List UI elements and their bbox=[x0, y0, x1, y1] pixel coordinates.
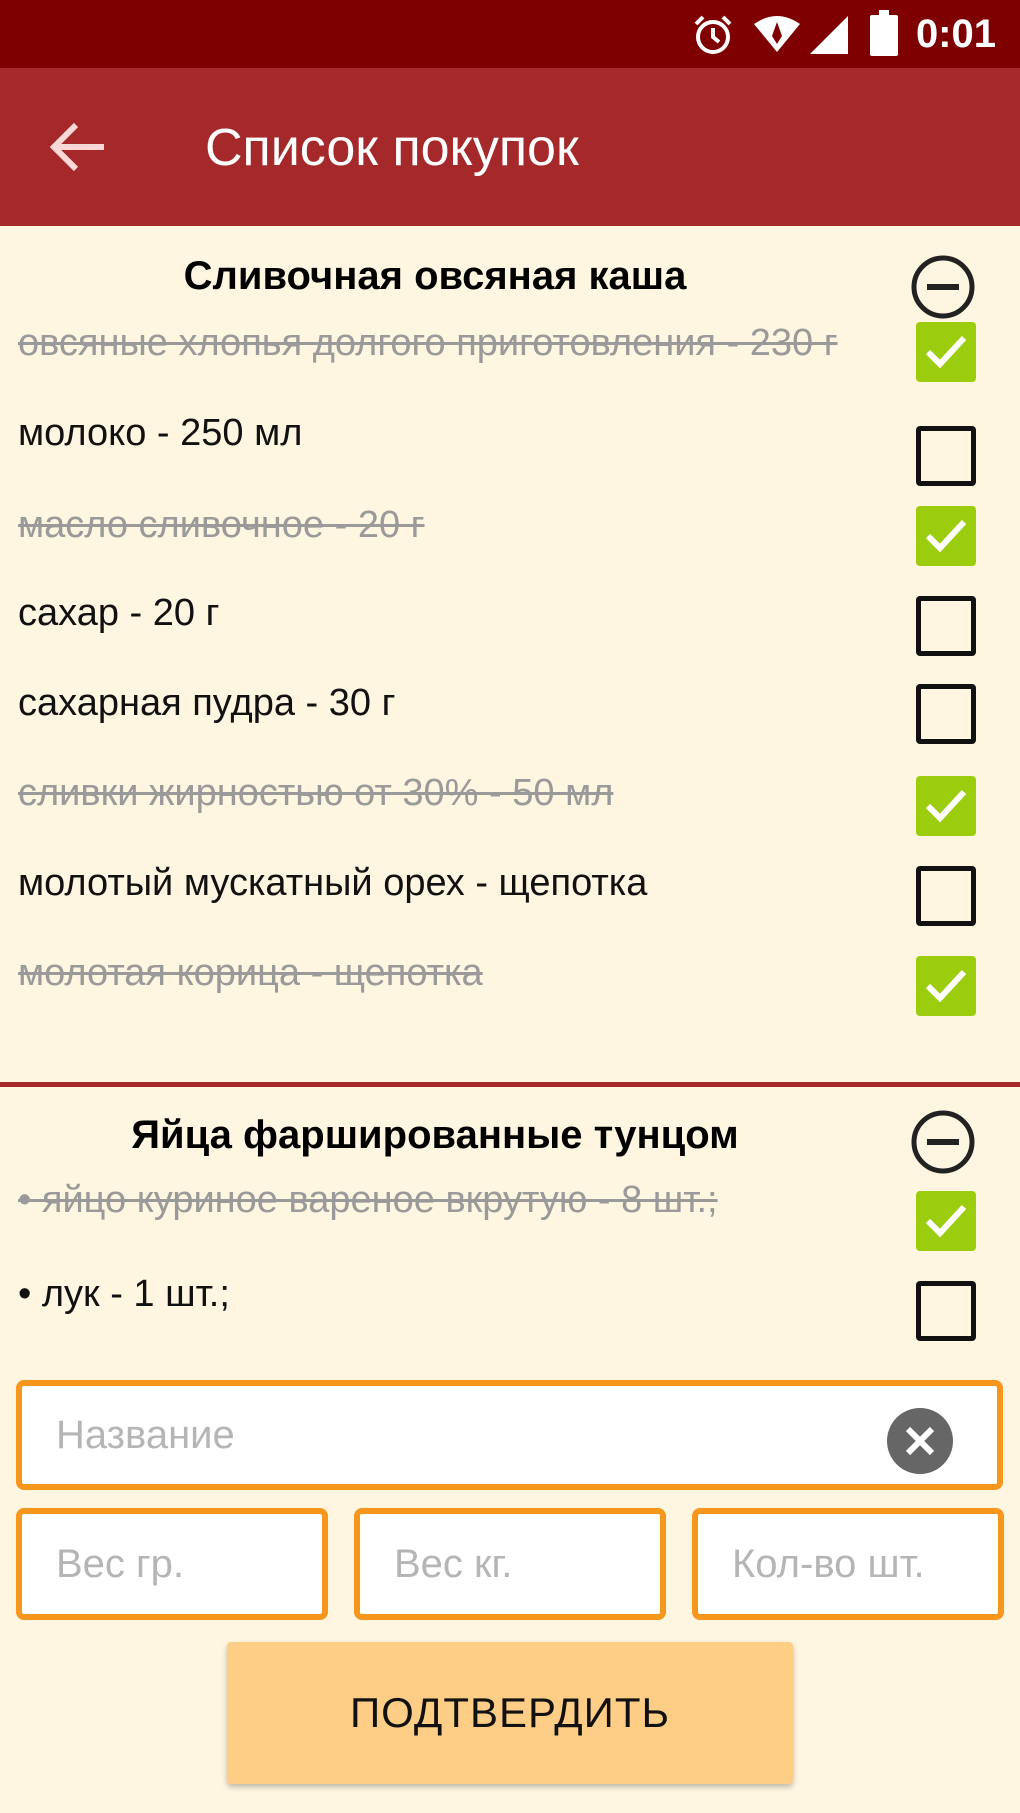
checkmark-icon bbox=[925, 1204, 967, 1238]
list-item: сливки жирностью от 30% - 50 мл bbox=[0, 772, 1020, 862]
count-input[interactable] bbox=[698, 1514, 998, 1614]
name-input[interactable] bbox=[22, 1386, 997, 1484]
page-title: Список покупок bbox=[205, 119, 579, 177]
recipe-title: Сливочная овсяная каша bbox=[183, 254, 687, 298]
weight-kg-field[interactable] bbox=[354, 1508, 666, 1620]
item-text: масло сливочное - 20 г bbox=[18, 504, 425, 546]
item-text: овсяные хлопья долгого приготовления - 2… bbox=[18, 322, 838, 364]
item-checkbox[interactable] bbox=[916, 596, 976, 656]
clear-icon[interactable] bbox=[887, 1408, 953, 1474]
shopping-list[interactable]: Сливочная овсяная каша овсяные хлопья до… bbox=[0, 226, 1020, 1386]
list-item: молотый мускатный орех - щепотка bbox=[0, 862, 1020, 952]
list-item: • яйцо куриное вареное вкрутую - 8 шт.; bbox=[0, 1179, 1020, 1277]
name-field[interactable] bbox=[16, 1380, 1003, 1490]
item-text: молоко - 250 мл bbox=[18, 412, 303, 454]
item-checkbox[interactable] bbox=[916, 776, 976, 836]
checkmark-icon bbox=[925, 519, 967, 553]
weight-grams-input[interactable] bbox=[22, 1514, 322, 1614]
checkmark-icon bbox=[925, 789, 967, 823]
item-checkbox[interactable] bbox=[916, 684, 976, 744]
checkmark-icon bbox=[925, 335, 967, 369]
confirm-button[interactable]: ПОДТВЕРДИТЬ bbox=[227, 1642, 793, 1784]
item-text: молотый мускатный орех - щепотка bbox=[18, 862, 648, 904]
back-arrow-icon[interactable] bbox=[50, 122, 106, 172]
item-text: сливки жирностью от 30% - 50 мл bbox=[18, 772, 614, 814]
list-item: • лук - 1 шт.; bbox=[0, 1273, 1020, 1367]
item-checkbox[interactable] bbox=[916, 866, 976, 926]
recipe-header: Яйца фаршированные тунцом bbox=[0, 1087, 1020, 1187]
status-bar: 0:01 bbox=[0, 0, 1020, 68]
add-item-form: ПОДТВЕРДИТЬ bbox=[0, 1380, 1020, 1813]
signal-icon bbox=[810, 16, 848, 54]
remove-recipe-icon[interactable] bbox=[910, 254, 976, 320]
list-item: сахарная пудра - 30 г bbox=[0, 682, 1020, 772]
battery-icon bbox=[870, 10, 898, 56]
weight-kg-input[interactable] bbox=[360, 1514, 660, 1614]
status-time: 0:01 bbox=[915, 12, 996, 56]
item-checkbox[interactable] bbox=[916, 506, 976, 566]
item-checkbox[interactable] bbox=[916, 1281, 976, 1341]
weight-grams-field[interactable] bbox=[16, 1508, 328, 1620]
item-checkbox[interactable] bbox=[916, 426, 976, 486]
item-checkbox[interactable] bbox=[916, 322, 976, 382]
item-text: сахар - 20 г bbox=[18, 592, 220, 634]
item-text: сахарная пудра - 30 г bbox=[18, 682, 396, 724]
item-text: • яйцо куриное вареное вкрутую - 8 шт.; bbox=[18, 1179, 718, 1221]
list-item: масло сливочное - 20 г bbox=[0, 502, 1020, 592]
recipe-section: Яйца фаршированные тунцом • яйцо куриное… bbox=[0, 1087, 1020, 1386]
list-item: овсяные хлопья долгого приготовления - 2… bbox=[0, 322, 1020, 414]
app-bar: Список покупок bbox=[0, 68, 1020, 226]
wifi-icon bbox=[754, 16, 800, 52]
item-checkbox[interactable] bbox=[916, 1191, 976, 1251]
recipe-section: Сливочная овсяная каша овсяные хлопья до… bbox=[0, 226, 1020, 1082]
list-item: молотая корица - щепотка bbox=[0, 952, 1020, 1042]
count-field[interactable] bbox=[692, 1508, 1004, 1620]
checkmark-icon bbox=[925, 969, 967, 1003]
item-text: молотая корица - щепотка bbox=[18, 952, 483, 994]
recipe-header: Сливочная овсяная каша bbox=[0, 226, 1020, 322]
item-text: • лук - 1 шт.; bbox=[18, 1273, 230, 1315]
recipe-title: Яйца фаршированные тунцом bbox=[131, 1113, 739, 1157]
remove-recipe-icon[interactable] bbox=[910, 1109, 976, 1175]
item-checkbox[interactable] bbox=[916, 956, 976, 1016]
list-item: молоко - 250 мл bbox=[0, 412, 1020, 502]
alarm-icon bbox=[694, 15, 732, 54]
list-item: сахар - 20 г bbox=[0, 592, 1020, 682]
